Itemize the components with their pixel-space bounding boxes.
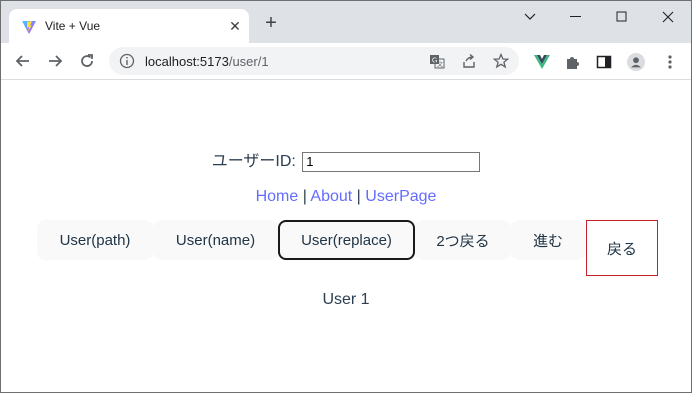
vue-devtools-icon[interactable]: [533, 53, 551, 71]
reload-icon[interactable]: [75, 49, 99, 73]
svg-text:文: 文: [437, 61, 443, 69]
forward-button[interactable]: 進む: [511, 220, 585, 260]
user-path-button[interactable]: User(path): [37, 220, 153, 260]
title-bar: Vite + Vue ✕ +: [1, 1, 691, 43]
minimize-icon[interactable]: [553, 1, 599, 33]
user-id-row: ユーザーID:: [1, 147, 691, 172]
user-replace-button[interactable]: User(replace): [278, 220, 415, 260]
vite-logo-icon: [22, 21, 36, 34]
forward-arrow-icon[interactable]: [43, 49, 67, 73]
userpage-link[interactable]: UserPage: [365, 188, 436, 205]
go-back-two-button[interactable]: 2つ戻る: [415, 220, 511, 260]
browser-window: Vite + Vue ✕ + localhost:5173/user/1 G 文…: [0, 0, 692, 393]
chevron-down-icon[interactable]: [507, 1, 553, 33]
maximize-icon[interactable]: [599, 1, 645, 33]
extensions-puzzle-icon[interactable]: [564, 53, 582, 71]
about-link[interactable]: About: [310, 188, 352, 205]
url-host: localhost:5173: [145, 54, 229, 69]
nav-separator: |: [352, 188, 366, 205]
tab-title: Vite + Vue: [45, 19, 101, 33]
address-bar[interactable]: localhost:5173/user/1 G文: [109, 47, 519, 75]
user-id-input[interactable]: [302, 151, 481, 172]
browser-toolbar: localhost:5173/user/1 G文: [1, 43, 691, 80]
browser-tab[interactable]: Vite + Vue ✕: [9, 9, 249, 43]
url-path: /user/1: [228, 54, 269, 69]
router-nav: Home | About | UserPage: [1, 188, 691, 206]
user-id-label: ユーザーID:: [211, 153, 296, 170]
side-panel-icon[interactable]: [595, 53, 613, 71]
plus-icon[interactable]: +: [261, 13, 281, 34]
translate-icon[interactable]: G文: [429, 53, 445, 69]
share-icon[interactable]: [461, 53, 477, 69]
back-button[interactable]: 戻る: [586, 220, 658, 276]
profile-avatar-icon[interactable]: [627, 53, 645, 71]
info-icon[interactable]: [119, 53, 135, 69]
page-content: ユーザーID: Home | About | UserPage User(pat…: [1, 80, 691, 392]
close-icon[interactable]: ✕: [227, 18, 243, 34]
close-window-icon[interactable]: [645, 1, 691, 33]
nav-separator: |: [298, 188, 311, 205]
user-name-button[interactable]: User(name): [153, 220, 278, 260]
star-icon[interactable]: [493, 53, 509, 69]
home-link[interactable]: Home: [256, 188, 299, 205]
more-menu-icon[interactable]: [661, 53, 679, 71]
back-arrow-icon[interactable]: [11, 49, 35, 73]
url-text: localhost:5173/user/1: [145, 54, 269, 69]
route-result-text: User 1: [322, 291, 370, 308]
